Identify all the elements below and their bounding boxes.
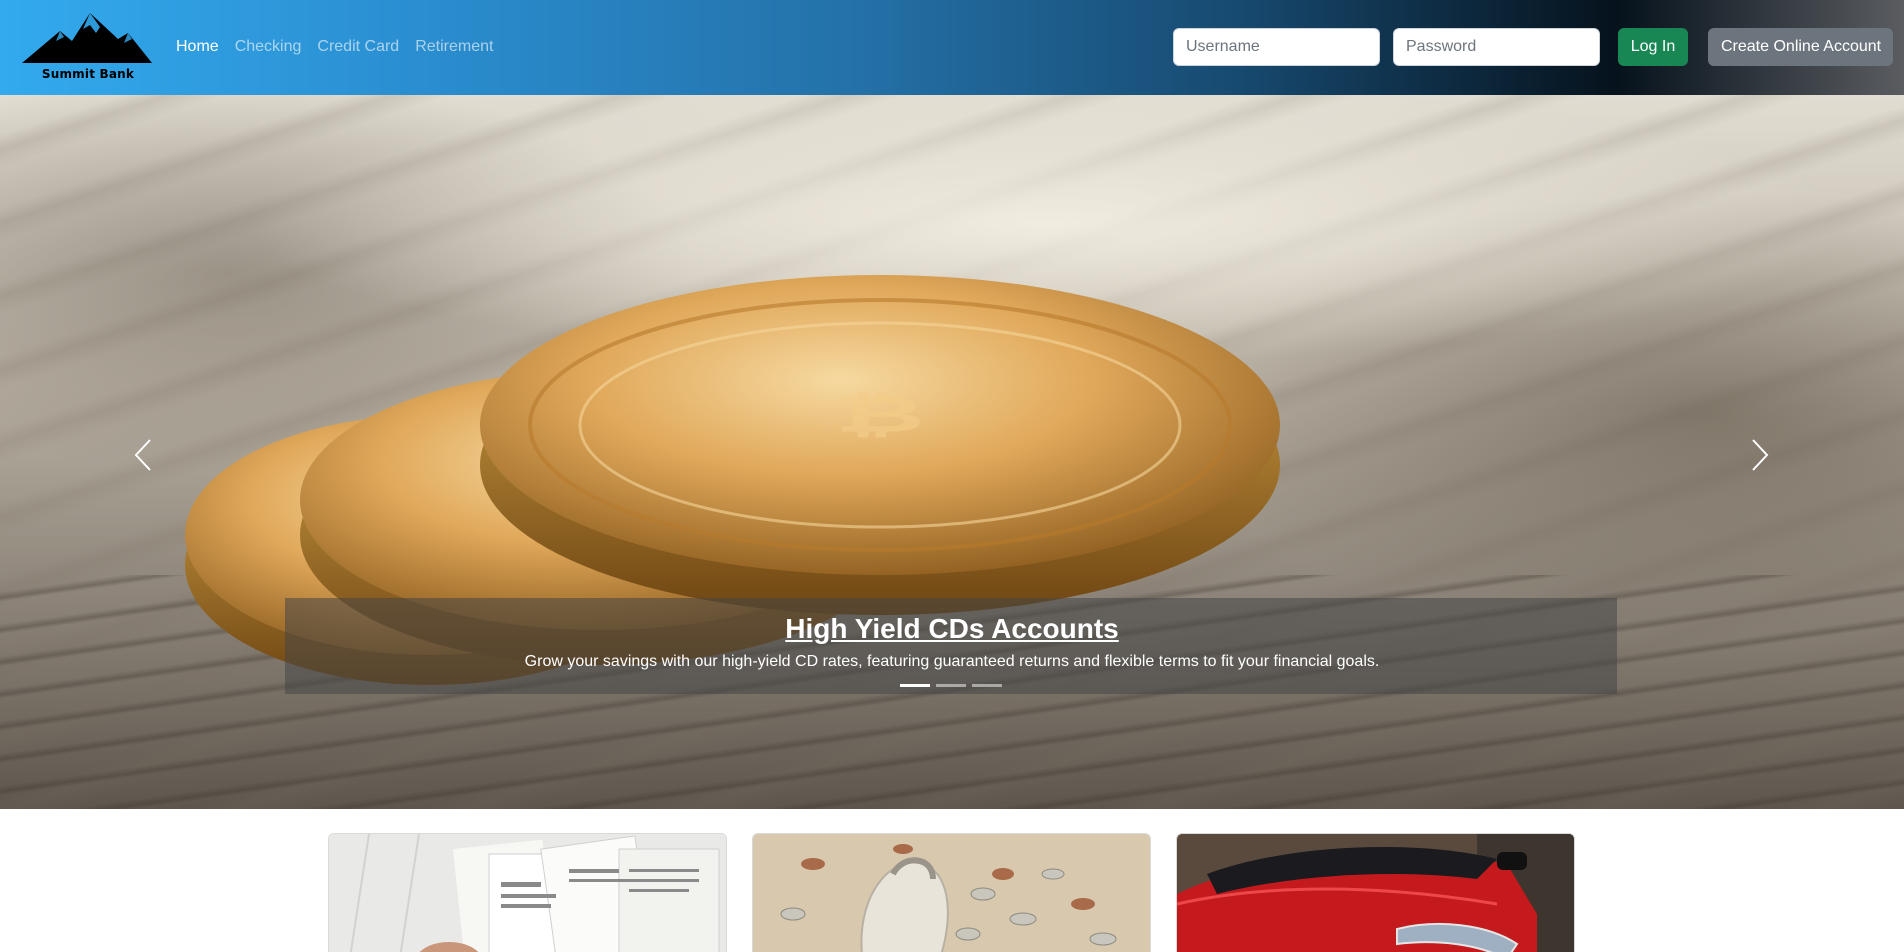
create-account-button[interactable]: Create Online Account bbox=[1708, 28, 1893, 66]
carousel-indicator-1[interactable] bbox=[900, 684, 930, 687]
login-button[interactable]: Log In bbox=[1618, 28, 1688, 66]
hero-carousel: ₿ bbox=[0, 95, 1904, 809]
carousel-indicator-2[interactable] bbox=[936, 684, 966, 687]
brand-name: Summit Bank bbox=[41, 67, 135, 81]
nav-checking[interactable]: Checking bbox=[227, 35, 310, 59]
carousel-indicators bbox=[900, 684, 1002, 687]
carousel-caption-title[interactable]: High Yield CDs Accounts bbox=[0, 613, 1904, 645]
chevron-right-icon bbox=[1752, 439, 1769, 471]
nav-credit-card[interactable]: Credit Card bbox=[309, 35, 407, 59]
username-input[interactable] bbox=[1173, 28, 1380, 66]
brand-logo[interactable]: Summit Bank bbox=[20, 11, 154, 83]
nav-retirement[interactable]: Retirement bbox=[407, 35, 501, 59]
top-navbar: Summit Bank Home Checking Credit Card Re… bbox=[0, 0, 1904, 95]
password-input[interactable] bbox=[1393, 28, 1600, 66]
carousel-prev-button[interactable] bbox=[123, 435, 163, 475]
main-nav: Home Checking Credit Card Retirement bbox=[168, 35, 501, 59]
gold-coins-image: ₿ bbox=[185, 275, 1280, 685]
carousel-indicator-3[interactable] bbox=[972, 684, 1002, 687]
mountain-logo-icon bbox=[22, 13, 152, 63]
piggy-bank-image bbox=[753, 834, 1150, 952]
feature-card-savings[interactable] bbox=[752, 833, 1151, 952]
nav-home[interactable]: Home bbox=[168, 35, 227, 59]
feature-card-tax[interactable] bbox=[328, 833, 727, 952]
carousel-caption-text: Grow your savings with our high-yield CD… bbox=[524, 653, 1380, 670]
feature-card-auto-loan[interactable] bbox=[1176, 833, 1575, 952]
tax-forms-image bbox=[329, 834, 726, 952]
svg-text:₿: ₿ bbox=[835, 386, 925, 443]
chevron-left-icon bbox=[134, 439, 151, 471]
red-car-image bbox=[1177, 834, 1574, 952]
login-form: Log In Create Online Account bbox=[1173, 28, 1893, 66]
carousel-next-button[interactable] bbox=[1740, 435, 1780, 475]
